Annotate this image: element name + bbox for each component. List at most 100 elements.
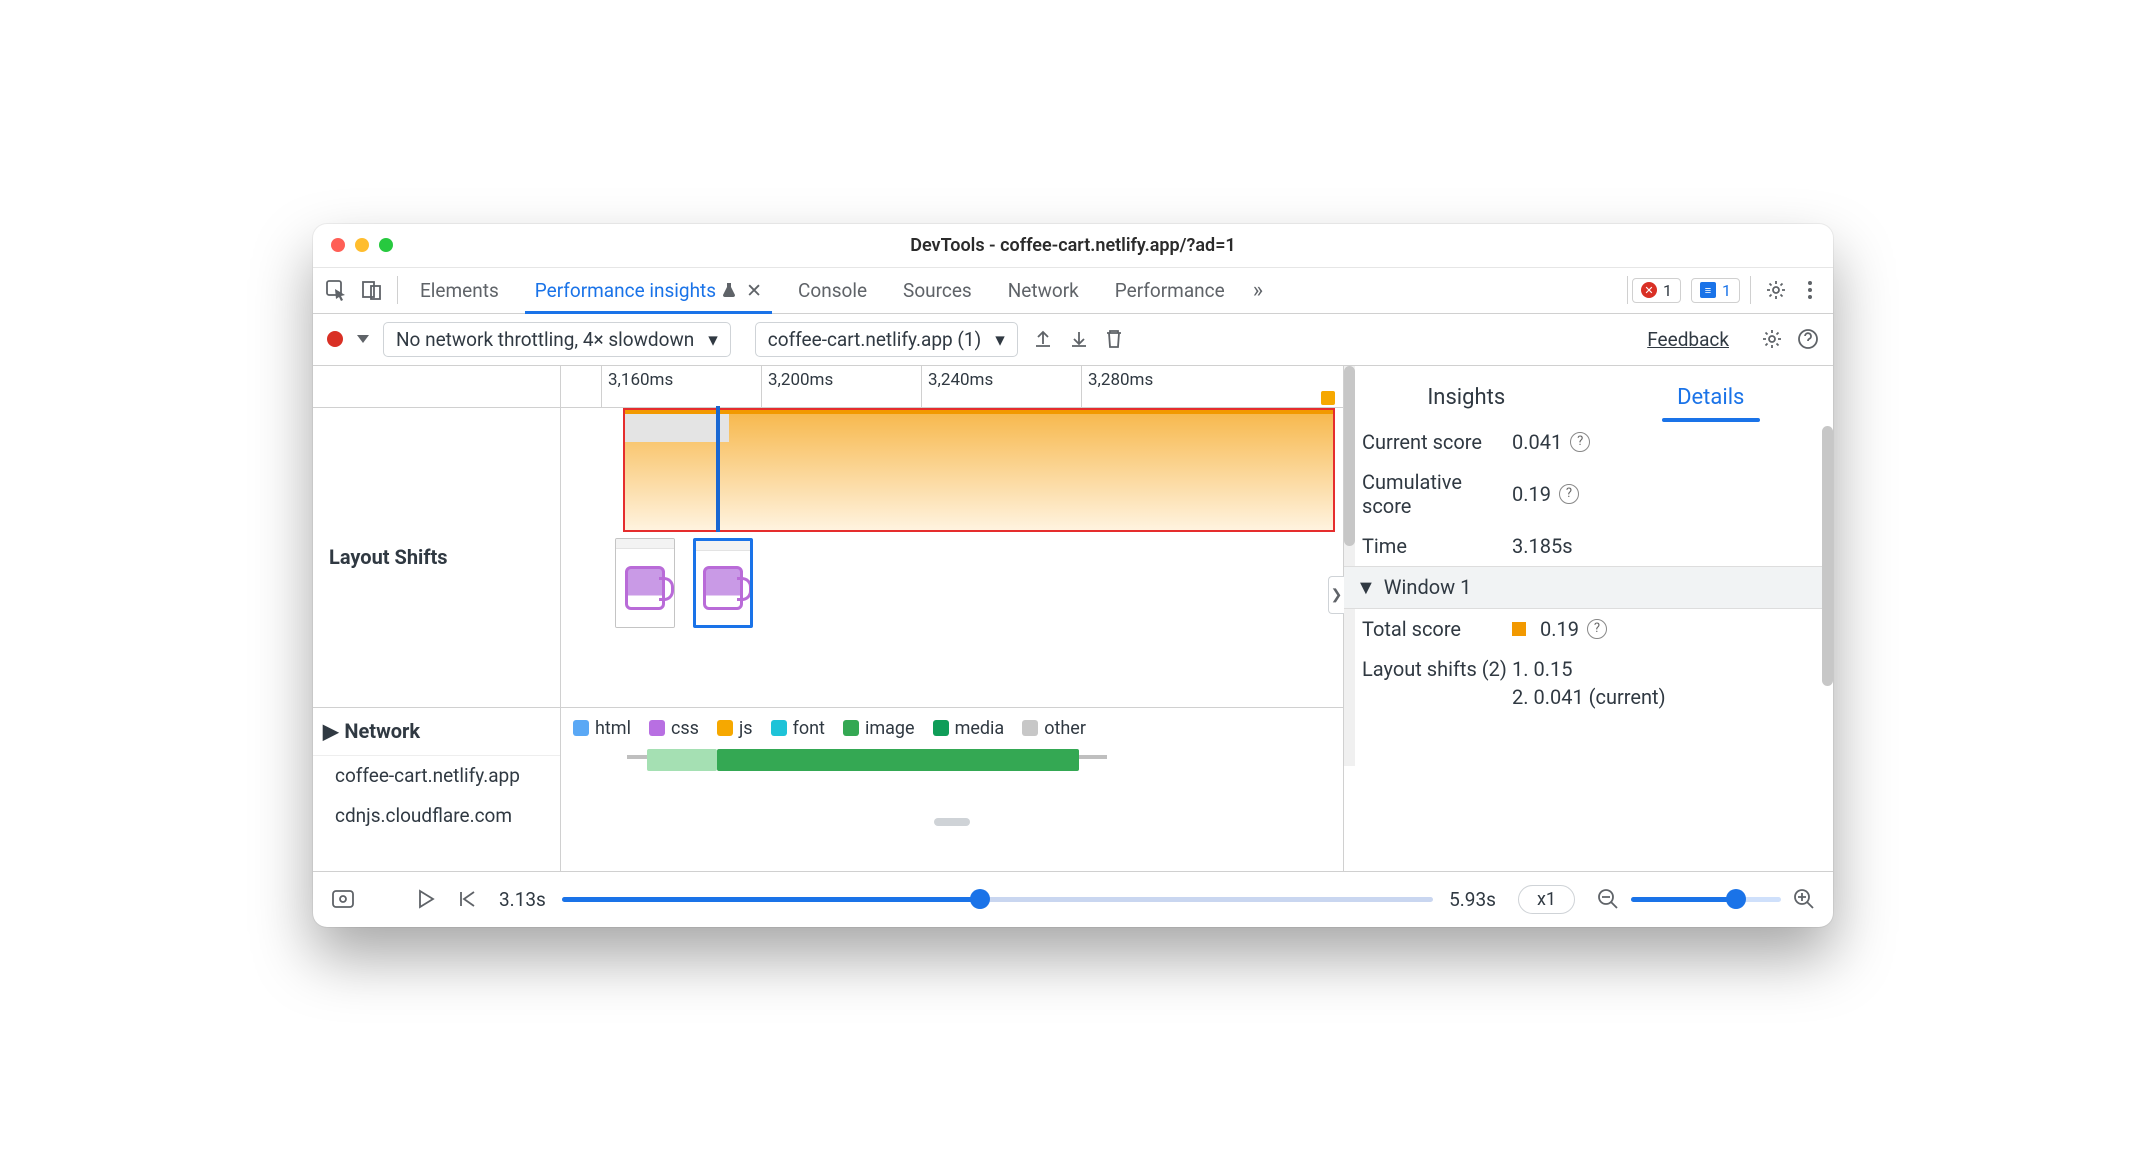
row-value: 0.19: [1512, 482, 1551, 506]
playhead[interactable]: [716, 406, 720, 532]
layout-shift-item[interactable]: 2. 0.041 (current): [1512, 685, 1666, 709]
tabs-overflow-icon[interactable]: »: [1243, 278, 1273, 303]
layout-shift-item[interactable]: 1. 0.15: [1512, 657, 1572, 681]
play-icon[interactable]: [417, 889, 435, 909]
panel-tabs: Elements Performance insights ✕ Console …: [402, 268, 1243, 313]
delete-icon[interactable]: [1104, 328, 1124, 350]
ruler-tick: 3,200ms: [761, 366, 833, 407]
main-area: Layout Shifts ▶ Network coffee-cart.netl…: [313, 366, 1833, 871]
legend-media: media: [933, 718, 1005, 739]
label-text: Layout Shifts: [329, 545, 448, 569]
slider-knob[interactable]: [970, 889, 990, 909]
errors-badge[interactable]: ✕ 1: [1632, 278, 1681, 303]
speed-value: x1: [1537, 889, 1556, 910]
zoom-knob[interactable]: [1726, 889, 1746, 909]
close-tab-icon[interactable]: ✕: [746, 279, 762, 302]
zoom-in-icon[interactable]: [1793, 888, 1815, 910]
record-menu-icon[interactable]: [357, 335, 369, 343]
row-label: Layout shifts (2): [1362, 657, 1512, 681]
ruler-tick: 3,240ms: [921, 366, 993, 407]
details-panel: ❯ Insights Details Current score 0.041? …: [1343, 366, 1833, 871]
screenshot-thumb-selected[interactable]: [693, 538, 753, 628]
ruler-blank: [313, 366, 560, 408]
request-bar[interactable]: [717, 749, 1079, 771]
tab-network[interactable]: Network: [990, 268, 1097, 313]
close-window-button[interactable]: [331, 238, 345, 252]
record-button[interactable]: [327, 331, 343, 347]
throttling-value: No network throttling, 4× slowdown: [396, 328, 694, 351]
current-score-row: Current score 0.041?: [1344, 422, 1833, 462]
more-menu-icon[interactable]: [1797, 279, 1823, 301]
tab-elements[interactable]: Elements: [402, 268, 517, 313]
marker-icon[interactable]: [1321, 391, 1335, 405]
tab-performance[interactable]: Performance: [1097, 268, 1243, 313]
feedback-link[interactable]: Feedback: [1647, 328, 1729, 351]
inspect-element-icon[interactable]: [325, 279, 347, 301]
tab-label: Elements: [420, 279, 499, 302]
row-label: Cumulative score: [1362, 470, 1512, 518]
cumulative-score-row: Cumulative score 0.19?: [1344, 462, 1833, 526]
zoom-controls: [1597, 888, 1815, 910]
export-icon[interactable]: [1032, 328, 1054, 350]
help-icon[interactable]: ?: [1570, 432, 1590, 452]
tick-label: 3,160ms: [608, 370, 673, 390]
window-title: DevTools - coffee-cart.netlify.app/?ad=1: [313, 235, 1833, 256]
error-icon: ✕: [1641, 282, 1657, 298]
slider-track[interactable]: [562, 897, 1433, 902]
chevron-down-icon: ▾: [708, 328, 718, 351]
tick-label: 3,240ms: [928, 370, 993, 390]
window-controls: [331, 238, 393, 252]
time-slider[interactable]: 3.13s 5.93s: [499, 888, 1496, 911]
legend-image: image: [843, 718, 915, 739]
import-icon[interactable]: [1068, 328, 1090, 350]
ruler-tick: 3,160ms: [601, 366, 673, 407]
horizontal-splitter[interactable]: [561, 815, 1343, 829]
network-host-row[interactable]: coffee-cart.netlify.app: [313, 756, 560, 796]
row-value: 0.19: [1540, 617, 1579, 641]
minimize-window-button[interactable]: [355, 238, 369, 252]
help-icon[interactable]: [1797, 328, 1819, 350]
issues-badge[interactable]: ≡ 1: [1691, 278, 1740, 303]
chevron-down-icon: ▾: [995, 328, 1005, 351]
network-legend: html css js font image media other: [573, 718, 1331, 739]
network-bars[interactable]: [573, 745, 1331, 815]
divider: [397, 276, 398, 304]
window-section-header[interactable]: ▼ Window 1: [1344, 566, 1833, 609]
help-icon[interactable]: ?: [1587, 619, 1607, 639]
layout-shifts-lane-label: Layout Shifts: [313, 408, 560, 708]
help-icon[interactable]: ?: [1559, 484, 1579, 504]
vertical-scrollbar-thumb[interactable]: [1822, 426, 1833, 686]
timeline[interactable]: 3,160ms 3,200ms 3,240ms 3,280ms: [561, 366, 1343, 871]
collapse-panel-icon[interactable]: ❯: [1328, 576, 1344, 614]
network-lane-label[interactable]: ▶ Network: [313, 708, 560, 756]
skip-back-icon[interactable]: [457, 889, 477, 909]
throttling-select[interactable]: No network throttling, 4× slowdown ▾: [383, 322, 731, 357]
legend-js: js: [717, 718, 753, 739]
zoom-slider[interactable]: [1631, 897, 1781, 902]
tab-performance-insights[interactable]: Performance insights ✕: [517, 268, 780, 313]
panel-settings-icon[interactable]: [1761, 328, 1783, 350]
playback-speed[interactable]: x1: [1518, 885, 1575, 914]
screenshot-thumb[interactable]: [615, 538, 675, 628]
time-ruler[interactable]: 3,160ms 3,200ms 3,240ms 3,280ms: [561, 366, 1343, 408]
tab-details[interactable]: Details: [1589, 373, 1834, 422]
layout-shifts-lane[interactable]: [561, 408, 1343, 708]
network-host-row[interactable]: cdnjs.cloudflare.com: [313, 796, 560, 836]
preview-toggle-icon[interactable]: [331, 889, 355, 909]
recording-select[interactable]: coffee-cart.netlify.app (1) ▾: [755, 322, 1018, 357]
device-toolbar-icon[interactable]: [361, 279, 383, 301]
collapse-icon: ▼: [1356, 575, 1376, 600]
request-bar[interactable]: [647, 749, 717, 771]
legend-other: other: [1022, 718, 1086, 739]
row-label: Total score: [1362, 617, 1512, 641]
legend-html: html: [573, 718, 631, 739]
settings-icon[interactable]: [1755, 279, 1797, 301]
zoom-window-button[interactable]: [379, 238, 393, 252]
tab-label: Details: [1677, 385, 1744, 410]
tab-console[interactable]: Console: [780, 268, 885, 313]
row-label: Current score: [1362, 430, 1512, 454]
tick-label: 3,200ms: [768, 370, 833, 390]
zoom-out-icon[interactable]: [1597, 888, 1619, 910]
tab-sources[interactable]: Sources: [885, 268, 990, 313]
tab-insights[interactable]: Insights: [1344, 373, 1589, 422]
